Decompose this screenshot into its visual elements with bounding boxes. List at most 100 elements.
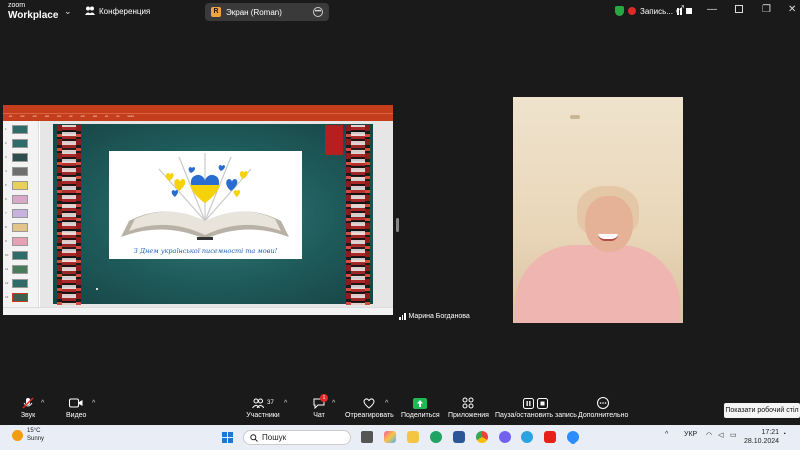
split-view-handle[interactable] [396, 218, 399, 232]
clock-time: 17:21 [761, 429, 780, 436]
slide-red-tab [325, 125, 343, 155]
participants-icon: 37 [244, 397, 282, 409]
meeting-info-button[interactable]: Конференция [85, 6, 150, 17]
edge-icon[interactable] [430, 431, 442, 443]
slide-number: 11 [5, 267, 9, 271]
slide-thumbnail[interactable] [12, 223, 28, 232]
share-screen-button[interactable]: Поделиться [401, 397, 440, 419]
store-icon[interactable] [453, 431, 465, 443]
slide-number: 4 [5, 169, 7, 173]
restore-window-icon[interactable]: ❐ [762, 4, 771, 15]
close-icon[interactable]: ✕ [788, 4, 796, 15]
ppt-ribbon-tabs: ▪▪▪ ▪▪▪▪ ▪▪▪▪ ▪▪▪▪ ▪▪▪▪ ▪▪▪ ▪▪▪▪ ▪▪▪▪ ▪▪▪ ▪▪▪ ▪▪▪▪… [9, 114, 134, 118]
meeting-toolbar [0, 395, 800, 425]
chat-options-caret[interactable]: ^ [332, 400, 335, 407]
wifi-icon[interactable]: ◠ [706, 431, 712, 439]
camera-icon [68, 397, 84, 409]
participants-options-caret[interactable]: ^ [284, 400, 287, 407]
apps-icon [460, 397, 476, 409]
youtube-icon[interactable] [544, 431, 556, 443]
chevron-down-icon[interactable]: ⌄ [64, 6, 72, 17]
slide-number: 12 [5, 281, 9, 285]
stop-icon[interactable] [685, 8, 692, 14]
taskbar-clock[interactable]: 17:21 28.10.2024 [744, 428, 779, 446]
video-options-caret[interactable]: ^ [92, 400, 95, 407]
slide-thumbnail[interactable] [12, 153, 28, 162]
clock-date: 28.10.2024 [744, 438, 780, 445]
mic-muted-icon [20, 397, 36, 409]
more-icon[interactable]: ••• [313, 7, 323, 17]
app-logo-top: zoom [8, 2, 26, 9]
presenter-badge: R [211, 7, 221, 17]
slide-thumbnail[interactable] [12, 209, 28, 218]
file-explorer-icon[interactable] [407, 431, 419, 443]
task-view-icon[interactable] [361, 431, 373, 443]
pause-stop-icon [522, 397, 550, 409]
slide-thumbnail[interactable] [12, 195, 28, 204]
share-arrow-icon [412, 397, 428, 409]
zoom-icon[interactable] [567, 431, 579, 443]
ornament-border-left [57, 125, 81, 305]
weather-widget[interactable]: 15°C Sunny [12, 427, 44, 443]
slide-number: 2 [5, 141, 7, 145]
slide-number: 10 [5, 253, 9, 257]
fullscreen-icon[interactable]: ⤢ [676, 4, 684, 15]
show-desktop-tooltip: Показати робочий стіл [724, 403, 800, 418]
telegram-icon[interactable] [521, 431, 533, 443]
slide-thumbnail[interactable] [12, 181, 28, 190]
slide-number: 9 [5, 239, 7, 243]
apps-label: Приложения [448, 412, 489, 419]
ppt-slide-thumbnails[interactable]: 1 2 3 4 5 6 7 8 9 10 11 12 13 [3, 121, 39, 307]
slide-thumbnail[interactable] [12, 125, 28, 134]
taskbar-search[interactable]: Пошук [243, 430, 351, 445]
viber-icon[interactable] [499, 431, 511, 443]
audio-button[interactable]: Звук [20, 397, 36, 419]
slide-thumbnail[interactable] [12, 167, 28, 176]
video-label: Видео [66, 412, 87, 419]
participant-name: Марина Богданова [408, 313, 470, 320]
slide-thumbnail[interactable] [12, 279, 28, 288]
slide-thumbnail[interactable] [12, 237, 28, 246]
volume-icon[interactable]: ◁ [718, 431, 723, 439]
battery-icon[interactable]: ▭ [730, 431, 737, 439]
notifications-icon[interactable]: ◔ [782, 431, 786, 438]
react-label: Отреагировать [345, 412, 394, 419]
audio-options-caret[interactable]: ^ [41, 400, 44, 407]
language-indicator[interactable]: УКР [684, 431, 697, 438]
participant-body [515, 245, 680, 323]
minimize-icon[interactable]: — [707, 4, 717, 15]
recording-label: Запись... [640, 6, 673, 16]
slide-thumbnail[interactable] [12, 251, 28, 260]
audio-label: Звук [20, 412, 36, 419]
slide-number: 1 [5, 127, 7, 131]
slide-number: 6 [5, 197, 7, 201]
chat-button[interactable]: 1 Чат [311, 394, 328, 419]
slide-number: 3 [5, 155, 7, 159]
react-options-caret[interactable]: ^ [385, 400, 388, 407]
sun-icon [12, 429, 23, 441]
ceiling-light [570, 115, 580, 119]
slide-caption: З Днем української писемності та мови! [133, 247, 278, 255]
pause-stop-recording-button[interactable]: Пауза/остановить запись [495, 397, 577, 419]
ornament-border-right [346, 125, 370, 305]
participants-button[interactable]: 37 Участники [244, 397, 282, 419]
participants-label: Участники [246, 412, 280, 419]
windows-start-icon[interactable] [222, 432, 233, 443]
copilot-icon[interactable] [384, 431, 396, 443]
more-button[interactable]: Дополнительно [578, 397, 628, 419]
more-label: Дополнительно [578, 412, 629, 419]
slide-number: 7 [5, 211, 7, 215]
slide-thumbnail[interactable] [12, 139, 28, 148]
screen-share-tab[interactable]: R Экран (Roman) ••• [205, 3, 329, 21]
chat-unread-badge: 1 [320, 394, 328, 402]
slide-thumbnail[interactable] [12, 265, 28, 274]
tray-overflow-icon[interactable]: ^ [665, 431, 668, 438]
apps-button[interactable]: Приложения [448, 397, 489, 419]
slide-thumbnail-active[interactable] [12, 293, 28, 302]
restore-icon[interactable] [735, 5, 743, 13]
participants-count: 37 [267, 400, 274, 406]
signal-icon [399, 313, 406, 320]
video-button[interactable]: Видео [66, 397, 86, 419]
chrome-icon[interactable] [476, 431, 488, 443]
slide-image-card: З Днем української писемності та мови! [109, 151, 302, 259]
